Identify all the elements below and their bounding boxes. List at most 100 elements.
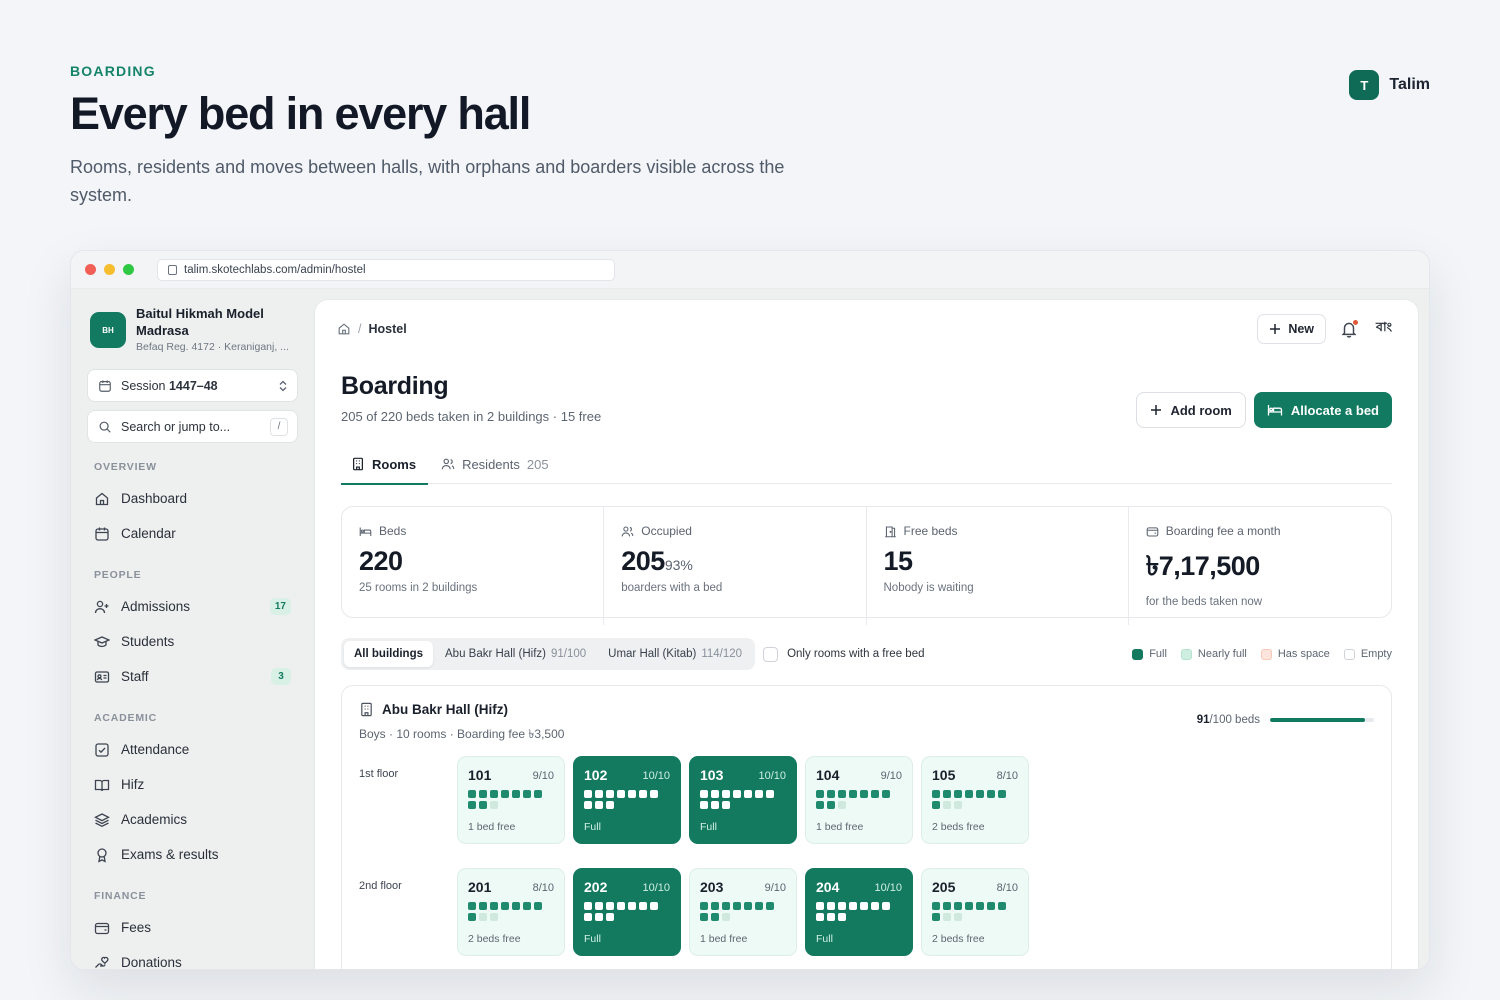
close-window-dot[interactable] xyxy=(85,264,96,275)
room-card[interactable]: 104 9/10 1 bed free xyxy=(805,756,913,844)
bed-free xyxy=(943,801,951,809)
room-occupancy: 10/10 xyxy=(642,770,670,782)
sidebar-item-exams[interactable]: Exams & results xyxy=(87,837,298,872)
only-free-checkbox[interactable]: Only rooms with a free bed xyxy=(763,646,924,662)
address-bar[interactable]: talim.skotechlabs.com/admin/hostel xyxy=(157,259,615,281)
filter-umar-hall[interactable]: Umar Hall (Kitab) 114/120 xyxy=(598,641,752,667)
filter-label: Umar Hall (Kitab) xyxy=(608,648,697,660)
bed-taken xyxy=(816,913,824,921)
app: BH Baitul Hikmah Model Madrasa Befaq Reg… xyxy=(71,289,1429,969)
room-status: 1 bed free xyxy=(468,821,516,833)
bed-taken xyxy=(838,790,846,798)
room-occupancy: 8/10 xyxy=(996,770,1018,782)
bed-taken xyxy=(479,902,487,910)
bed-taken xyxy=(932,801,940,809)
filter-bar: All buildings Abu Bakr Hall (Hifz) 91/100… xyxy=(341,638,1392,670)
stat-occupied: Occupied 20593% boarders with a bed xyxy=(604,507,867,625)
maximize-window-dot[interactable] xyxy=(123,264,134,275)
room-card[interactable]: 101 9/10 1 bed free xyxy=(457,756,565,844)
sidebar-item-academics[interactable]: Academics xyxy=(87,802,298,837)
room-card[interactable]: 201 8/10 2 beds free xyxy=(457,868,565,956)
bed-free xyxy=(490,913,498,921)
tab-residents[interactable]: Residents 205 xyxy=(441,444,549,484)
bed-taken xyxy=(639,790,647,798)
minimize-window-dot[interactable] xyxy=(104,264,115,275)
room-card[interactable]: 203 9/10 1 bed free xyxy=(689,868,797,956)
allocate-bed-button[interactable]: Allocate a bed xyxy=(1253,392,1392,428)
section-overview: OVERVIEW xyxy=(94,461,157,473)
home-icon[interactable] xyxy=(337,322,351,336)
bed-taken xyxy=(595,913,603,921)
sidebar-item-admissions[interactable]: Admissions 17 xyxy=(87,589,298,624)
browser-chrome: talim.skotechlabs.com/admin/hostel xyxy=(71,251,1429,289)
sidebar-item-staff[interactable]: Staff 3 xyxy=(87,659,298,694)
legend: Full Nearly full Has space Empty xyxy=(1132,648,1392,660)
bed-taken xyxy=(744,790,752,798)
bed-taken xyxy=(512,902,520,910)
bed-taken xyxy=(827,913,835,921)
tab-rooms[interactable]: Rooms xyxy=(340,444,429,485)
sidebar-item-dashboard[interactable]: Dashboard xyxy=(87,481,298,516)
page-icon xyxy=(168,265,177,275)
room-card[interactable]: 105 8/10 2 beds free xyxy=(921,756,1029,844)
language-toggle[interactable]: বাং xyxy=(1372,319,1396,339)
stat-percent: 93% xyxy=(664,557,693,573)
room-card[interactable]: 103 10/10 Full xyxy=(689,756,797,844)
search-input[interactable]: Search or jump to... / xyxy=(87,410,298,443)
bed-taken xyxy=(849,902,857,910)
bed-free xyxy=(479,913,487,921)
sidebar-item-fees[interactable]: Fees xyxy=(87,910,298,945)
bed-grid xyxy=(700,790,782,809)
plus-icon xyxy=(1270,324,1281,334)
notifications-button[interactable] xyxy=(1340,319,1360,338)
bed-taken xyxy=(479,801,487,809)
room-card[interactable]: 202 10/10 Full xyxy=(573,868,681,956)
stat-label: Beds xyxy=(379,524,407,538)
bed-grid xyxy=(932,902,1014,921)
stat-beds: Beds 220 25 rooms in 2 buildings xyxy=(342,507,605,625)
bed-taken xyxy=(816,801,824,809)
award-icon xyxy=(97,847,107,863)
residents-count: 205 xyxy=(526,456,549,472)
checkbox-box[interactable] xyxy=(763,646,779,662)
breadcrumb-separator: / xyxy=(358,322,362,336)
sidebar-item-hifz[interactable]: Hifz xyxy=(87,767,298,802)
sidebar-item-donations[interactable]: Donations xyxy=(87,945,298,969)
org-brand[interactable]: BH Baitul Hikmah Model Madrasa Befaq Reg… xyxy=(87,303,298,353)
main-panel: / Hostel New বাং Boarding 205 of 220 bed… xyxy=(314,299,1419,969)
bed-free xyxy=(722,913,730,921)
room-occupancy: 10/10 xyxy=(642,882,670,894)
bed-grid xyxy=(584,790,666,809)
bed-taken xyxy=(639,902,647,910)
bed-taken xyxy=(700,913,708,921)
bed-taken xyxy=(838,902,846,910)
user-menu[interactable]: T Talim xyxy=(1349,70,1430,100)
legend-swatch xyxy=(1180,648,1192,660)
sidebar: BH Baitul Hikmah Model Madrasa Befaq Reg… xyxy=(71,289,314,969)
bed-taken xyxy=(827,801,835,809)
bed-taken xyxy=(722,902,730,910)
room-status: 1 bed free xyxy=(816,821,864,833)
admissions-badge: 17 xyxy=(269,598,291,615)
legend-empty: Empty xyxy=(1343,648,1392,660)
session-select[interactable]: Session 1447–48 xyxy=(87,369,298,402)
filter-all-buildings[interactable]: All buildings xyxy=(344,641,433,667)
tab-bar: Rooms Residents 205 xyxy=(340,444,1392,485)
new-button[interactable]: New xyxy=(1257,314,1327,344)
url-text: talim.skotechlabs.com/admin/hostel xyxy=(184,264,366,276)
sidebar-item-students[interactable]: Students xyxy=(87,624,298,659)
room-card[interactable]: 204 10/10 Full xyxy=(805,868,913,956)
room-card[interactable]: 205 8/10 2 beds free xyxy=(921,868,1029,956)
filter-abu-bakr-hall[interactable]: Abu Bakr Hall (Hifz) 91/100 xyxy=(435,641,596,667)
bed-free xyxy=(954,801,962,809)
add-room-label: Add room xyxy=(1170,402,1232,418)
bed-taken xyxy=(722,801,730,809)
sidebar-item-label: Admissions xyxy=(121,599,191,614)
add-room-button[interactable]: Add room xyxy=(1136,392,1246,428)
sidebar-item-attendance[interactable]: Attendance xyxy=(87,732,298,767)
legend-nearly-full: Nearly full xyxy=(1180,648,1247,660)
sidebar-item-calendar[interactable]: Calendar xyxy=(87,516,298,551)
bed-taken xyxy=(479,790,487,798)
bed-grid xyxy=(468,790,550,809)
room-card[interactable]: 102 10/10 Full xyxy=(573,756,681,844)
